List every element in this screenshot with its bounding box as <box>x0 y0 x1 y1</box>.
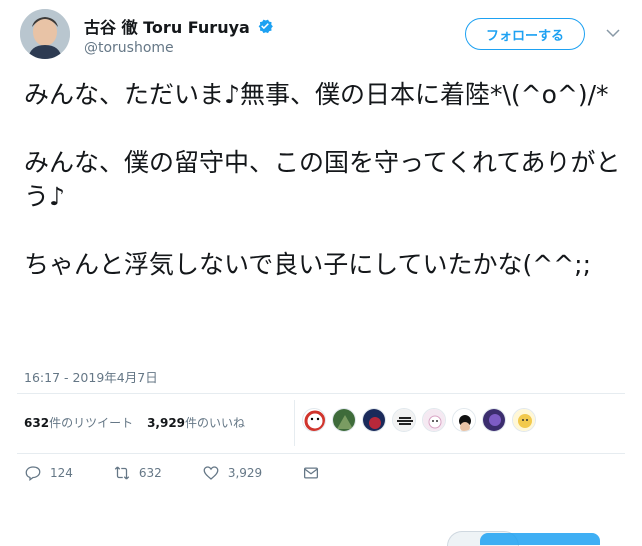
like-stat[interactable]: 3,929件のいいね <box>147 414 245 431</box>
like-button[interactable]: 3,929 <box>202 464 262 482</box>
liker-avatar[interactable] <box>392 408 416 432</box>
reply-button[interactable]: 124 <box>24 464 73 482</box>
chevron-down-icon[interactable] <box>604 24 622 42</box>
user-handle[interactable]: @torushome <box>84 40 174 56</box>
like-stat-count: 3,929 <box>147 416 186 430</box>
retweet-stat-label: 件のリツイート <box>49 416 134 430</box>
liker-avatar[interactable] <box>422 408 446 432</box>
follow-button[interactable]: フォローする <box>465 18 585 50</box>
user-name-row[interactable]: 古谷 徹 Toru Furuya <box>84 14 274 38</box>
liker-avatar[interactable] <box>452 408 476 432</box>
retweet-count: 632 <box>138 466 162 480</box>
avatar[interactable] <box>20 9 70 59</box>
avatar-image <box>20 9 70 59</box>
tweet-stats: 632件のリツイート 3,929件のいいね <box>24 414 245 431</box>
dm-button[interactable] <box>302 464 320 482</box>
reply-composer-button[interactable] <box>480 533 600 545</box>
tweet-timestamp[interactable]: 16:17 - 2019年4月7日 <box>24 367 158 386</box>
divider <box>17 393 625 394</box>
heart-icon <box>203 466 219 480</box>
retweet-stat[interactable]: 632件のリツイート <box>24 414 133 431</box>
liker-avatar[interactable] <box>482 408 506 432</box>
liker-avatar[interactable] <box>512 408 536 432</box>
reply-icon <box>25 466 41 482</box>
stats-divider <box>294 400 295 446</box>
liker-avatars <box>302 408 536 432</box>
envelope-icon <box>304 467 319 479</box>
verified-badge-icon <box>258 19 273 34</box>
retweet-button[interactable]: 632 <box>113 464 162 482</box>
tweet-text: みんな、ただいま♪無事、僕の日本に着陸*\(^o^)/* みんな、僕の留守中、こ… <box>24 80 621 279</box>
liker-avatar[interactable] <box>302 408 326 432</box>
display-name[interactable]: 古谷 徹 Toru Furuya <box>84 14 250 38</box>
retweet-stat-count: 632 <box>24 416 50 430</box>
divider <box>17 453 625 454</box>
like-count: 3,929 <box>227 466 263 480</box>
liker-avatar[interactable] <box>362 408 386 432</box>
retweet-icon <box>114 466 130 480</box>
liker-avatar[interactable] <box>332 408 356 432</box>
reply-count: 124 <box>50 466 73 480</box>
like-stat-label: 件のいいね <box>185 416 246 430</box>
tweet-actions: 124 632 3,929 <box>24 464 360 482</box>
